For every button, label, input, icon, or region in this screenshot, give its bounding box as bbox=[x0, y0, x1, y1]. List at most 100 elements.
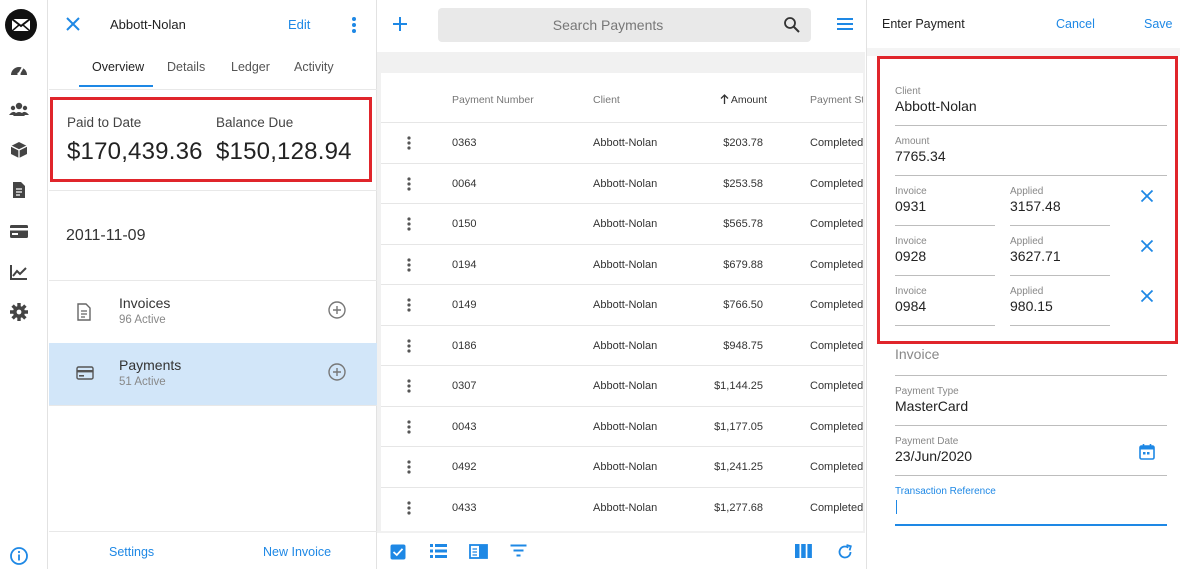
invoice-placeholder: Invoice bbox=[895, 346, 940, 362]
remove-invoice-close-icon[interactable] bbox=[1140, 189, 1154, 203]
table-row[interactable]: 0149 Abbott-Nolan $766.50 Completed bbox=[381, 284, 863, 325]
row-more-vert-icon[interactable] bbox=[407, 460, 411, 474]
settings-gear-icon[interactable] bbox=[9, 302, 29, 322]
payment-date-label: Payment Date bbox=[895, 436, 959, 447]
amount-cell: $1,144.25 bbox=[714, 380, 763, 392]
client-title: Abbott-Nolan bbox=[110, 17, 186, 32]
calendar-icon[interactable] bbox=[1139, 443, 1155, 460]
applied-field[interactable]: Applied 3157.48 bbox=[1010, 186, 1110, 226]
row-more-vert-icon[interactable] bbox=[407, 379, 411, 393]
remove-invoice-close-icon[interactable] bbox=[1140, 239, 1154, 253]
more-vert-icon[interactable] bbox=[351, 16, 357, 34]
list-view-icon[interactable] bbox=[430, 544, 447, 558]
payment-type-field[interactable]: Payment Type MasterCard bbox=[895, 386, 1167, 426]
column-header-payment-number[interactable]: Payment Number bbox=[452, 94, 534, 106]
nav-payments[interactable]: Payments 51 Active bbox=[49, 343, 377, 405]
nav-invoices-subtitle: 96 Active bbox=[119, 314, 166, 326]
invoice-field[interactable]: Invoice 0984 bbox=[895, 286, 995, 326]
row-more-vert-icon[interactable] bbox=[407, 136, 411, 150]
balance-due-label: Balance Due bbox=[216, 115, 294, 130]
payment-card-icon bbox=[76, 365, 94, 381]
client-field[interactable]: Client Abbott-Nolan bbox=[895, 86, 1167, 126]
info-icon[interactable] bbox=[9, 546, 29, 566]
table-row[interactable]: 0363 Abbott-Nolan $203.78 Completed bbox=[381, 122, 863, 163]
transaction-reference-field[interactable]: Transaction Reference bbox=[895, 486, 1167, 526]
nav-payments-title: Payments bbox=[119, 357, 182, 373]
row-more-vert-icon[interactable] bbox=[407, 257, 411, 272]
column-header-payment-status[interactable]: Payment St bbox=[810, 94, 863, 106]
payment-date-field[interactable]: Payment Date 23/Jun/2020 bbox=[895, 436, 1167, 476]
settings-link[interactable]: Settings bbox=[109, 545, 154, 559]
search-icon[interactable] bbox=[783, 16, 801, 34]
table-row[interactable]: 0492 Abbott-Nolan $1,241.25 Completed bbox=[381, 446, 863, 487]
row-more-vert-icon[interactable] bbox=[407, 176, 411, 191]
payment-number-cell: 0186 bbox=[452, 339, 477, 352]
status-cell: Completed bbox=[810, 380, 863, 392]
clients-icon[interactable] bbox=[9, 100, 29, 120]
add-payment-icon[interactable] bbox=[327, 362, 347, 382]
applied-field[interactable]: Applied 3627.71 bbox=[1010, 236, 1110, 276]
amount-cell: $766.50 bbox=[723, 299, 763, 311]
tab-ledger[interactable]: Ledger bbox=[231, 60, 270, 74]
table-row[interactable]: 0186 Abbott-Nolan $948.75 Completed bbox=[381, 324, 863, 366]
row-more-vert-icon[interactable] bbox=[407, 419, 411, 434]
row-more-vert-icon[interactable] bbox=[407, 338, 411, 353]
search-input[interactable]: Search Payments bbox=[438, 17, 778, 33]
payment-type-value: MasterCard bbox=[895, 398, 969, 414]
payment-number-cell: 0307 bbox=[452, 380, 477, 392]
refresh-icon[interactable] bbox=[837, 544, 853, 560]
payments-icon[interactable] bbox=[9, 221, 29, 241]
search-box[interactable]: Search Payments bbox=[438, 8, 811, 42]
select-checkbox-icon[interactable] bbox=[390, 544, 406, 560]
tab-activity[interactable]: Activity bbox=[294, 60, 334, 74]
divider bbox=[49, 190, 377, 191]
new-invoice-field[interactable]: Invoice bbox=[895, 342, 1167, 376]
applied-field-label: Applied bbox=[1010, 286, 1044, 297]
reports-icon[interactable] bbox=[9, 262, 29, 282]
client-cell: Abbott-Nolan bbox=[593, 299, 658, 311]
menu-icon[interactable] bbox=[836, 16, 854, 32]
products-icon[interactable] bbox=[9, 140, 29, 160]
applied-field[interactable]: Applied 980.15 bbox=[1010, 286, 1110, 326]
add-payment-plus-icon[interactable] bbox=[391, 15, 409, 33]
invoice-field[interactable]: Invoice 0928 bbox=[895, 236, 995, 276]
row-more-vert-icon[interactable] bbox=[407, 217, 411, 231]
tab-details[interactable]: Details bbox=[167, 60, 205, 74]
amount-field[interactable]: Amount 7765.34 bbox=[895, 136, 1167, 176]
table-row[interactable]: 0433 Abbott-Nolan $1,277.68 Completed bbox=[381, 486, 863, 528]
app-logo-icon[interactable] bbox=[5, 9, 37, 41]
payment-type-label: Payment Type bbox=[895, 386, 959, 397]
edit-button[interactable]: Edit bbox=[288, 17, 310, 32]
table-row[interactable]: 0064 Abbott-Nolan $253.58 Completed bbox=[381, 162, 863, 204]
dashboard-icon[interactable] bbox=[9, 60, 29, 80]
table-row[interactable]: 0194 Abbott-Nolan $679.88 Completed bbox=[381, 243, 863, 285]
remove-invoice-close-icon[interactable] bbox=[1140, 289, 1154, 303]
tab-indicator bbox=[79, 85, 153, 87]
row-more-vert-icon[interactable] bbox=[407, 500, 411, 515]
row-more-vert-icon[interactable] bbox=[407, 298, 411, 312]
amount-cell: $253.58 bbox=[723, 177, 763, 190]
preview-panel-icon[interactable] bbox=[469, 544, 488, 559]
new-invoice-link[interactable]: New Invoice bbox=[263, 545, 331, 559]
table-row[interactable]: 0043 Abbott-Nolan $1,177.05 Completed bbox=[381, 405, 863, 447]
close-icon[interactable] bbox=[65, 16, 81, 32]
nav-invoices-title: Invoices bbox=[119, 295, 171, 311]
table-row[interactable]: 0307 Abbott-Nolan $1,144.25 Completed bbox=[381, 365, 863, 406]
invoice-field-value: 0984 bbox=[895, 298, 927, 314]
invoice-field[interactable]: Invoice 0931 bbox=[895, 186, 995, 226]
status-cell: Completed bbox=[810, 461, 863, 473]
column-header-client[interactable]: Client bbox=[593, 94, 620, 106]
columns-icon[interactable] bbox=[795, 544, 812, 558]
table-row[interactable]: 0150 Abbott-Nolan $565.78 Completed bbox=[381, 203, 863, 244]
add-invoice-icon[interactable] bbox=[327, 300, 347, 320]
status-cell: Completed bbox=[810, 177, 863, 190]
amount-field-value: 7765.34 bbox=[895, 148, 946, 164]
column-header-amount[interactable]: Amount bbox=[707, 94, 767, 106]
cancel-button[interactable]: Cancel bbox=[1056, 17, 1095, 31]
payment-number-cell: 0363 bbox=[452, 137, 477, 149]
invoices-icon[interactable] bbox=[9, 180, 29, 200]
filter-icon[interactable] bbox=[510, 544, 527, 557]
nav-invoices[interactable]: Invoices 96 Active bbox=[49, 281, 377, 343]
save-button[interactable]: Save bbox=[1144, 17, 1173, 31]
tab-overview[interactable]: Overview bbox=[92, 60, 144, 74]
